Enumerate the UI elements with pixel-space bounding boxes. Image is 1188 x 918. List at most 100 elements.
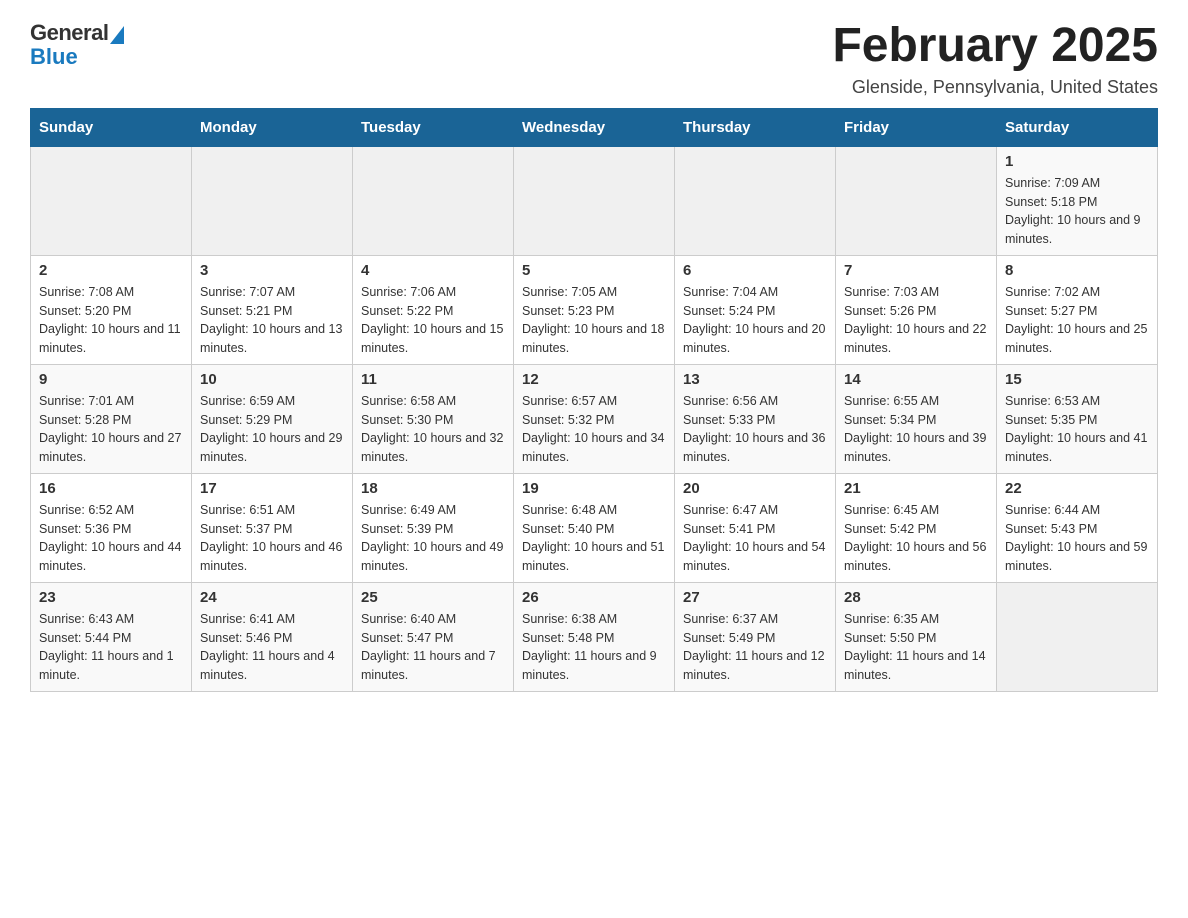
day-info: Sunrise: 7:01 AMSunset: 5:28 PMDaylight:… (39, 392, 183, 467)
day-info: Sunrise: 6:41 AMSunset: 5:46 PMDaylight:… (200, 610, 344, 685)
day-info: Sunrise: 6:56 AMSunset: 5:33 PMDaylight:… (683, 392, 827, 467)
logo-blue-text: Blue (30, 44, 78, 70)
calendar-cell (836, 146, 997, 255)
day-info: Sunrise: 6:40 AMSunset: 5:47 PMDaylight:… (361, 610, 505, 685)
day-header-friday: Friday (836, 108, 997, 146)
day-info: Sunrise: 6:51 AMSunset: 5:37 PMDaylight:… (200, 501, 344, 576)
calendar-cell (514, 146, 675, 255)
day-info: Sunrise: 6:57 AMSunset: 5:32 PMDaylight:… (522, 392, 666, 467)
day-number: 15 (1005, 371, 1149, 388)
day-info: Sunrise: 7:07 AMSunset: 5:21 PMDaylight:… (200, 283, 344, 358)
day-number: 22 (1005, 480, 1149, 497)
day-header-saturday: Saturday (997, 108, 1158, 146)
calendar-cell: 1 Sunrise: 7:09 AMSunset: 5:18 PMDaylight… (997, 146, 1158, 255)
day-info: Sunrise: 6:59 AMSunset: 5:29 PMDaylight:… (200, 392, 344, 467)
calendar-cell: 10Sunrise: 6:59 AMSunset: 5:29 PMDayligh… (192, 364, 353, 473)
day-info: Sunrise: 7:08 AMSunset: 5:20 PMDaylight:… (39, 283, 183, 358)
calendar-cell (192, 146, 353, 255)
day-info: Sunrise: 7:03 AMSunset: 5:26 PMDaylight:… (844, 283, 988, 358)
day-header-sunday: Sunday (31, 108, 192, 146)
day-number: 14 (844, 371, 988, 388)
day-number: 2 (39, 262, 183, 279)
calendar-cell: 23 Sunrise: 6:43 AMSunset: 5:44 PMDayligh… (31, 582, 192, 691)
calendar-cell: 16 Sunrise: 6:52 AMSunset: 5:36 PMDayligh… (31, 473, 192, 582)
day-number: 13 (683, 371, 827, 388)
day-info: Sunrise: 7:09 AMSunset: 5:18 PMDaylight:… (1005, 174, 1149, 249)
day-number: 27 (683, 589, 827, 606)
day-info: Sunrise: 6:48 AMSunset: 5:40 PMDaylight:… (522, 501, 666, 576)
calendar-cell: 28 Sunrise: 6:35 AMSunset: 5:50 PMDayligh… (836, 582, 997, 691)
calendar-cell: 21Sunrise: 6:45 AMSunset: 5:42 PMDayligh… (836, 473, 997, 582)
calendar-cell (997, 582, 1158, 691)
day-number: 12 (522, 371, 666, 388)
calendar-week-row: 16 Sunrise: 6:52 AMSunset: 5:36 PMDayligh… (31, 473, 1158, 582)
calendar-cell: 11Sunrise: 6:58 AMSunset: 5:30 PMDayligh… (353, 364, 514, 473)
calendar-week-row: 23 Sunrise: 6:43 AMSunset: 5:44 PMDayligh… (31, 582, 1158, 691)
day-info: Sunrise: 6:44 AMSunset: 5:43 PMDaylight:… (1005, 501, 1149, 576)
day-info: Sunrise: 6:43 AMSunset: 5:44 PMDaylight:… (39, 610, 183, 685)
calendar-cell: 20 Sunrise: 6:47 AMSunset: 5:41 PMDayligh… (675, 473, 836, 582)
day-number: 26 (522, 589, 666, 606)
day-number: 9 (39, 371, 183, 388)
calendar-cell: 7 Sunrise: 7:03 AMSunset: 5:26 PMDaylight… (836, 255, 997, 364)
calendar-week-row: 1 Sunrise: 7:09 AMSunset: 5:18 PMDaylight… (31, 146, 1158, 255)
calendar-week-row: 9 Sunrise: 7:01 AMSunset: 5:28 PMDaylight… (31, 364, 1158, 473)
day-number: 24 (200, 589, 344, 606)
day-number: 25 (361, 589, 505, 606)
calendar-cell: 3 Sunrise: 7:07 AMSunset: 5:21 PMDaylight… (192, 255, 353, 364)
calendar-cell: 15 Sunrise: 6:53 AMSunset: 5:35 PMDayligh… (997, 364, 1158, 473)
day-info: Sunrise: 6:45 AMSunset: 5:42 PMDaylight:… (844, 501, 988, 576)
day-info: Sunrise: 6:35 AMSunset: 5:50 PMDaylight:… (844, 610, 988, 685)
logo-general-text: General (30, 20, 108, 46)
day-info: Sunrise: 6:53 AMSunset: 5:35 PMDaylight:… (1005, 392, 1149, 467)
calendar-header-row: SundayMondayTuesdayWednesdayThursdayFrid… (31, 108, 1158, 146)
calendar-cell: 8 Sunrise: 7:02 AMSunset: 5:27 PMDaylight… (997, 255, 1158, 364)
calendar-cell (675, 146, 836, 255)
day-number: 3 (200, 262, 344, 279)
calendar-week-row: 2 Sunrise: 7:08 AMSunset: 5:20 PMDaylight… (31, 255, 1158, 364)
logo: General Blue (30, 20, 124, 70)
page-header: General Blue February 2025 Glenside, Pen… (30, 20, 1158, 98)
day-number: 28 (844, 589, 988, 606)
calendar-table: SundayMondayTuesdayWednesdayThursdayFrid… (30, 108, 1158, 692)
calendar-cell: 22 Sunrise: 6:44 AMSunset: 5:43 PMDayligh… (997, 473, 1158, 582)
day-number: 11 (361, 371, 505, 388)
day-info: Sunrise: 6:49 AMSunset: 5:39 PMDaylight:… (361, 501, 505, 576)
calendar-cell: 26 Sunrise: 6:38 AMSunset: 5:48 PMDayligh… (514, 582, 675, 691)
day-number: 8 (1005, 262, 1149, 279)
calendar-cell: 6 Sunrise: 7:04 AMSunset: 5:24 PMDaylight… (675, 255, 836, 364)
location-text: Glenside, Pennsylvania, United States (832, 77, 1158, 98)
day-info: Sunrise: 7:06 AMSunset: 5:22 PMDaylight:… (361, 283, 505, 358)
day-number: 23 (39, 589, 183, 606)
day-number: 19 (522, 480, 666, 497)
day-header-thursday: Thursday (675, 108, 836, 146)
calendar-cell: 2 Sunrise: 7:08 AMSunset: 5:20 PMDaylight… (31, 255, 192, 364)
day-number: 17 (200, 480, 344, 497)
calendar-cell: 13 Sunrise: 6:56 AMSunset: 5:33 PMDayligh… (675, 364, 836, 473)
day-header-monday: Monday (192, 108, 353, 146)
day-number: 4 (361, 262, 505, 279)
day-number: 7 (844, 262, 988, 279)
day-info: Sunrise: 7:05 AMSunset: 5:23 PMDaylight:… (522, 283, 666, 358)
day-info: Sunrise: 6:55 AMSunset: 5:34 PMDaylight:… (844, 392, 988, 467)
logo-arrow-icon (110, 26, 124, 44)
day-info: Sunrise: 6:47 AMSunset: 5:41 PMDaylight:… (683, 501, 827, 576)
calendar-cell: 24 Sunrise: 6:41 AMSunset: 5:46 PMDayligh… (192, 582, 353, 691)
calendar-cell (353, 146, 514, 255)
calendar-cell: 19 Sunrise: 6:48 AMSunset: 5:40 PMDayligh… (514, 473, 675, 582)
day-number: 20 (683, 480, 827, 497)
day-number: 1 (1005, 153, 1149, 170)
calendar-cell: 14 Sunrise: 6:55 AMSunset: 5:34 PMDayligh… (836, 364, 997, 473)
calendar-cell: 5Sunrise: 7:05 AMSunset: 5:23 PMDaylight… (514, 255, 675, 364)
day-info: Sunrise: 7:02 AMSunset: 5:27 PMDaylight:… (1005, 283, 1149, 358)
day-header-wednesday: Wednesday (514, 108, 675, 146)
calendar-cell: 18Sunrise: 6:49 AMSunset: 5:39 PMDayligh… (353, 473, 514, 582)
day-info: Sunrise: 7:04 AMSunset: 5:24 PMDaylight:… (683, 283, 827, 358)
title-area: February 2025 Glenside, Pennsylvania, Un… (832, 20, 1158, 98)
calendar-cell: 27 Sunrise: 6:37 AMSunset: 5:49 PMDayligh… (675, 582, 836, 691)
day-number: 16 (39, 480, 183, 497)
day-number: 6 (683, 262, 827, 279)
day-info: Sunrise: 6:37 AMSunset: 5:49 PMDaylight:… (683, 610, 827, 685)
day-info: Sunrise: 6:38 AMSunset: 5:48 PMDaylight:… (522, 610, 666, 685)
day-info: Sunrise: 6:52 AMSunset: 5:36 PMDaylight:… (39, 501, 183, 576)
